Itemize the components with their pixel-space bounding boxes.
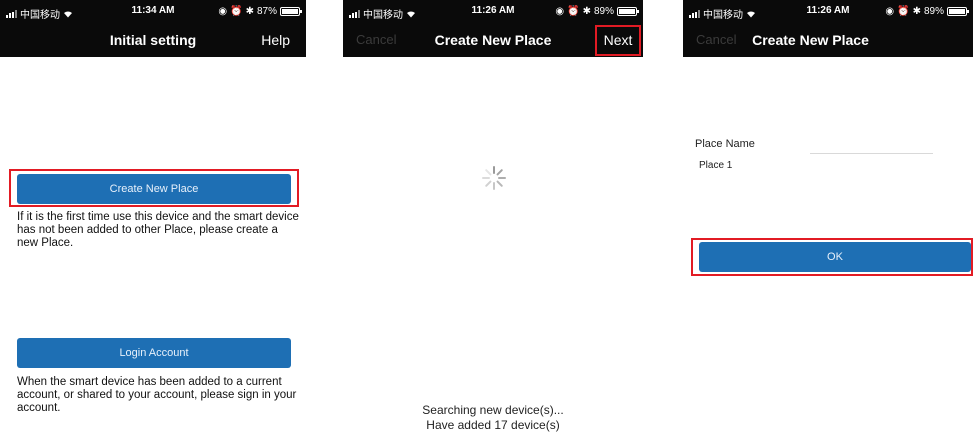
location-icon: ◉ xyxy=(885,6,895,17)
bluetooth-icon: ✱ xyxy=(245,6,254,17)
navigation-bar: 中国移动 11:26 AM ◉ ⏰ ✱ 89% Cancel Create Ne… xyxy=(683,0,973,57)
alarm-icon: ⏰ xyxy=(567,6,580,17)
create-description: If it is the first time use this device … xyxy=(17,211,299,249)
page-title: Create New Place xyxy=(752,32,869,48)
help-button[interactable]: Help xyxy=(261,32,290,48)
added-devices-count: Have added 17 device(s) xyxy=(426,418,560,432)
page-title: Initial setting xyxy=(109,32,197,48)
place-name-label: Place Name xyxy=(695,138,755,150)
battery-fill xyxy=(949,9,966,14)
loading-spinner-icon xyxy=(482,166,506,190)
battery-fill xyxy=(282,9,298,14)
navigation-bar: 中国移动 11:26 AM ◉ ⏰ ✱ 89% Cancel Create Ne… xyxy=(343,0,643,57)
alarm-icon: ⏰ xyxy=(897,6,910,17)
battery-icon xyxy=(617,7,639,16)
battery-percent: 89% xyxy=(923,6,944,17)
place-name-input[interactable]: Place 1 xyxy=(699,160,732,171)
place-name-underline xyxy=(810,153,933,154)
searching-status: Searching new device(s)... xyxy=(422,403,564,417)
create-new-place-button[interactable]: Create New Place xyxy=(17,174,291,204)
screen-initial-setting: 中国移动 11:34 AM ◉ ⏰ ✱ 87% Initial setting … xyxy=(0,0,306,434)
status-bar: 中国移动 11:26 AM ◉ ⏰ ✱ 89% xyxy=(683,0,973,22)
status-bar: 中国移动 11:34 AM ◉ ⏰ ✱ 87% xyxy=(0,0,306,22)
location-icon: ◉ xyxy=(555,6,565,17)
bluetooth-icon: ✱ xyxy=(912,6,921,17)
login-description: When the smart device has been added to … xyxy=(17,376,297,414)
screen-place-name: 中国移动 11:26 AM ◉ ⏰ ✱ 89% Cancel Create Ne… xyxy=(683,0,973,434)
ok-button[interactable]: OK xyxy=(699,242,971,272)
bluetooth-icon: ✱ xyxy=(582,6,591,17)
next-button[interactable]: Next xyxy=(595,32,641,48)
alarm-icon: ⏰ xyxy=(230,6,243,17)
battery-fill xyxy=(619,9,636,14)
navigation-bar: 中国移动 11:34 AM ◉ ⏰ ✱ 87% Initial setting … xyxy=(0,0,306,57)
battery-percent: 89% xyxy=(593,6,614,17)
location-icon: ◉ xyxy=(218,6,228,17)
screen-searching: 中国移动 11:26 AM ◉ ⏰ ✱ 89% Cancel Create Ne… xyxy=(343,0,643,434)
status-bar: 中国移动 11:26 AM ◉ ⏰ ✱ 89% xyxy=(343,0,643,22)
battery-percent: 87% xyxy=(256,6,277,17)
battery-icon xyxy=(280,7,302,16)
battery-icon xyxy=(947,7,969,16)
login-account-button[interactable]: Login Account xyxy=(17,338,291,368)
